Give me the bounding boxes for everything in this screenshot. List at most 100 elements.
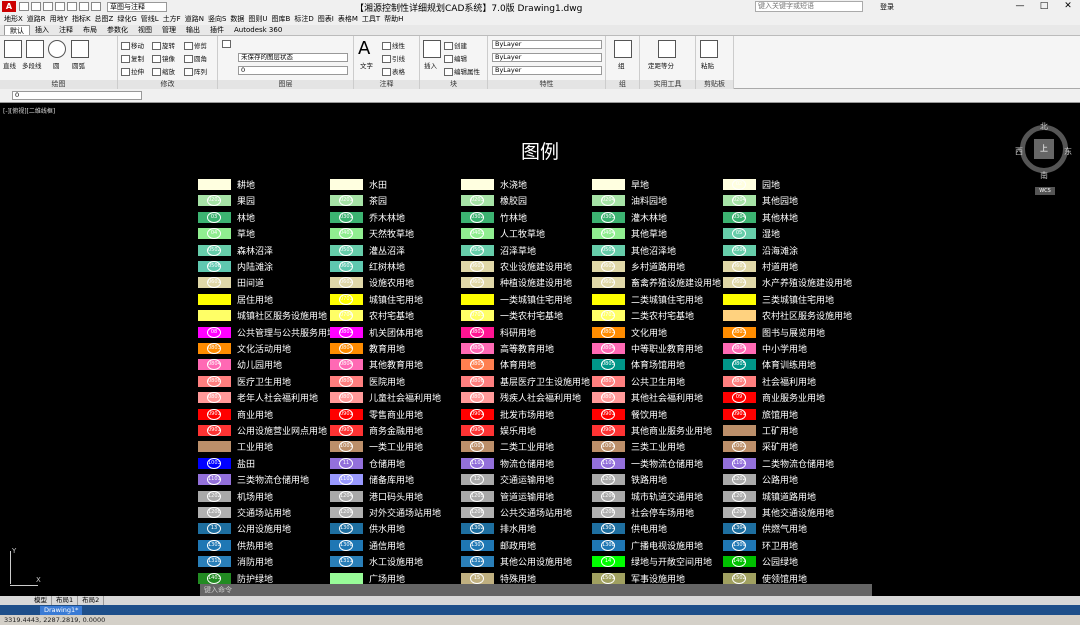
tab-layout[interactable]: 布局 [78,25,102,35]
menu-item[interactable]: 地形X [4,13,23,25]
arc-icon[interactable] [71,40,89,58]
array-button[interactable]: 阵列 [184,66,207,76]
move-button[interactable]: 移动 [121,40,144,50]
group-panel-label[interactable]: 组 [606,80,639,89]
trim-button[interactable]: 修剪 [184,40,207,50]
mirror-button[interactable]: 镜像 [152,53,175,63]
menu-item[interactable]: 表格M [338,13,358,25]
tab-annotate[interactable]: 注释 [54,25,78,35]
text-icon[interactable]: A [358,40,376,58]
fillet-button[interactable]: 圆角 [184,53,207,63]
viewcube-top[interactable]: 上 [1034,139,1054,159]
login-button[interactable]: 登录 [880,2,894,12]
wcs-menu[interactable]: WCS [1035,187,1055,195]
tab-parametric[interactable]: 参数化 [102,25,133,35]
compass-west[interactable]: 西 [1015,146,1023,157]
compass-east[interactable]: 东 [1064,146,1072,157]
compass-south[interactable]: 南 [1040,170,1048,181]
tab-view[interactable]: 视图 [133,25,157,35]
polyline-icon[interactable] [26,40,44,58]
text-button[interactable]: 文字 [360,60,373,70]
menu-item[interactable]: 数据 [230,13,244,25]
copy-button[interactable]: 复制 [121,53,144,63]
workspace-select[interactable]: 草图与注释 [107,1,167,12]
measure-icon[interactable] [658,40,676,58]
menu-item[interactable]: 图表I [318,13,334,25]
close-button[interactable]: ✕ [1056,0,1080,13]
tab-manage[interactable]: 管理 [157,25,181,35]
circle-button[interactable]: 圆 [53,60,60,70]
insert-block-icon[interactable] [423,40,441,58]
draw-panel-label[interactable]: 绘图 [0,80,117,89]
undo-icon[interactable] [79,2,89,11]
line-button[interactable]: 直线 [3,60,16,70]
new-icon[interactable] [19,2,29,11]
search-input[interactable]: 键入关键字或短语 [755,1,863,12]
insert-button[interactable]: 插入 [424,60,437,70]
tab-layout1[interactable]: 布局1 [52,596,79,605]
edit-block-button[interactable]: 编辑 [444,53,467,63]
table-button[interactable]: 表格 [382,66,405,76]
block-panel-label[interactable]: 块 [420,80,487,89]
compass-north[interactable]: 北 [1040,121,1048,132]
edit-attributes-button[interactable]: 编辑属性 [444,66,480,76]
tab-insert[interactable]: 插入 [30,25,54,35]
linear-dim-button[interactable]: 线性 [382,40,405,50]
menu-item[interactable]: 图库B [272,13,291,25]
rotate-button[interactable]: 旋转 [152,40,175,50]
menu-item[interactable]: 土方F [163,13,181,25]
maximize-button[interactable]: □ [1032,0,1056,13]
tab-autodesk-360[interactable]: Autodesk 360 [229,25,287,35]
menu-item[interactable]: 绿化G [117,13,136,25]
menu-item[interactable]: 图则U [248,13,267,25]
save-icon[interactable] [43,2,53,11]
lineweight-combo[interactable]: ByLayer [492,66,602,75]
menu-item[interactable]: 帮助H [384,13,403,25]
tab-layout2[interactable]: 布局2 [78,596,105,605]
tab-model[interactable]: 模型 [30,596,52,605]
print-icon[interactable] [67,2,77,11]
redo-icon[interactable] [91,2,101,11]
minimize-button[interactable]: — [1008,0,1032,13]
layer-combo[interactable]: 0 [238,66,348,75]
circle-icon[interactable] [48,40,66,58]
line-icon[interactable] [4,40,22,58]
open-icon[interactable] [31,2,41,11]
stretch-button[interactable]: 拉伸 [121,66,144,76]
annotation-panel-label[interactable]: 注释 [354,80,419,89]
create-block-button[interactable]: 创建 [444,40,467,50]
menu-item[interactable]: 道路N [185,13,204,25]
utilities-panel-label[interactable]: 实用工具 [640,80,695,89]
measure-button[interactable]: 定距等分 [648,60,674,70]
document-tab[interactable]: Drawing1* [40,605,83,615]
viewport-controls[interactable]: [-][俯视][二维线框] [3,106,55,115]
menu-item[interactable]: 工具T [362,13,380,25]
menu-item[interactable]: 管线L [141,13,159,25]
menu-item[interactable]: 用地Y [50,13,68,25]
arc-button[interactable]: 圆弧 [72,60,85,70]
group-button[interactable]: 组 [618,60,625,70]
viewcube[interactable]: 上 [1020,125,1068,173]
command-input[interactable]: 键入命令 [200,584,872,596]
layer-properties-icon[interactable] [222,40,232,48]
color-combo[interactable]: ByLayer [492,40,602,49]
properties-panel-label[interactable]: 特性 [488,80,605,89]
polyline-button[interactable]: 多段线 [22,60,42,70]
group-icon[interactable] [614,40,632,58]
layer-panel-label[interactable]: 图层 [218,80,353,89]
tab-plugins[interactable]: 插件 [205,25,229,35]
layer-state-combo[interactable]: 未保存的图层状态 [238,53,348,62]
linetype-combo[interactable]: ByLayer [492,53,602,62]
menu-item[interactable]: 总图Z [95,13,114,25]
tab-output[interactable]: 输出 [181,25,205,35]
drawing-canvas[interactable]: [-][俯视][二维线框] 图例 耕地 0202 果园 03 林地 04 草地 0502 森林沼… [0,103,1080,596]
modify-panel-label[interactable]: 修改 [118,80,217,89]
menu-item[interactable]: 竖向S [208,13,226,25]
tab-default[interactable]: 默认 [4,25,30,35]
paste-icon[interactable] [700,40,718,58]
leader-button[interactable]: 引线 [382,53,405,63]
save-as-icon[interactable] [55,2,65,11]
app-logo-icon[interactable]: A [2,1,16,12]
clipboard-panel-label[interactable]: 剪贴板 [696,80,733,89]
menu-item[interactable]: 指标K [72,13,91,25]
